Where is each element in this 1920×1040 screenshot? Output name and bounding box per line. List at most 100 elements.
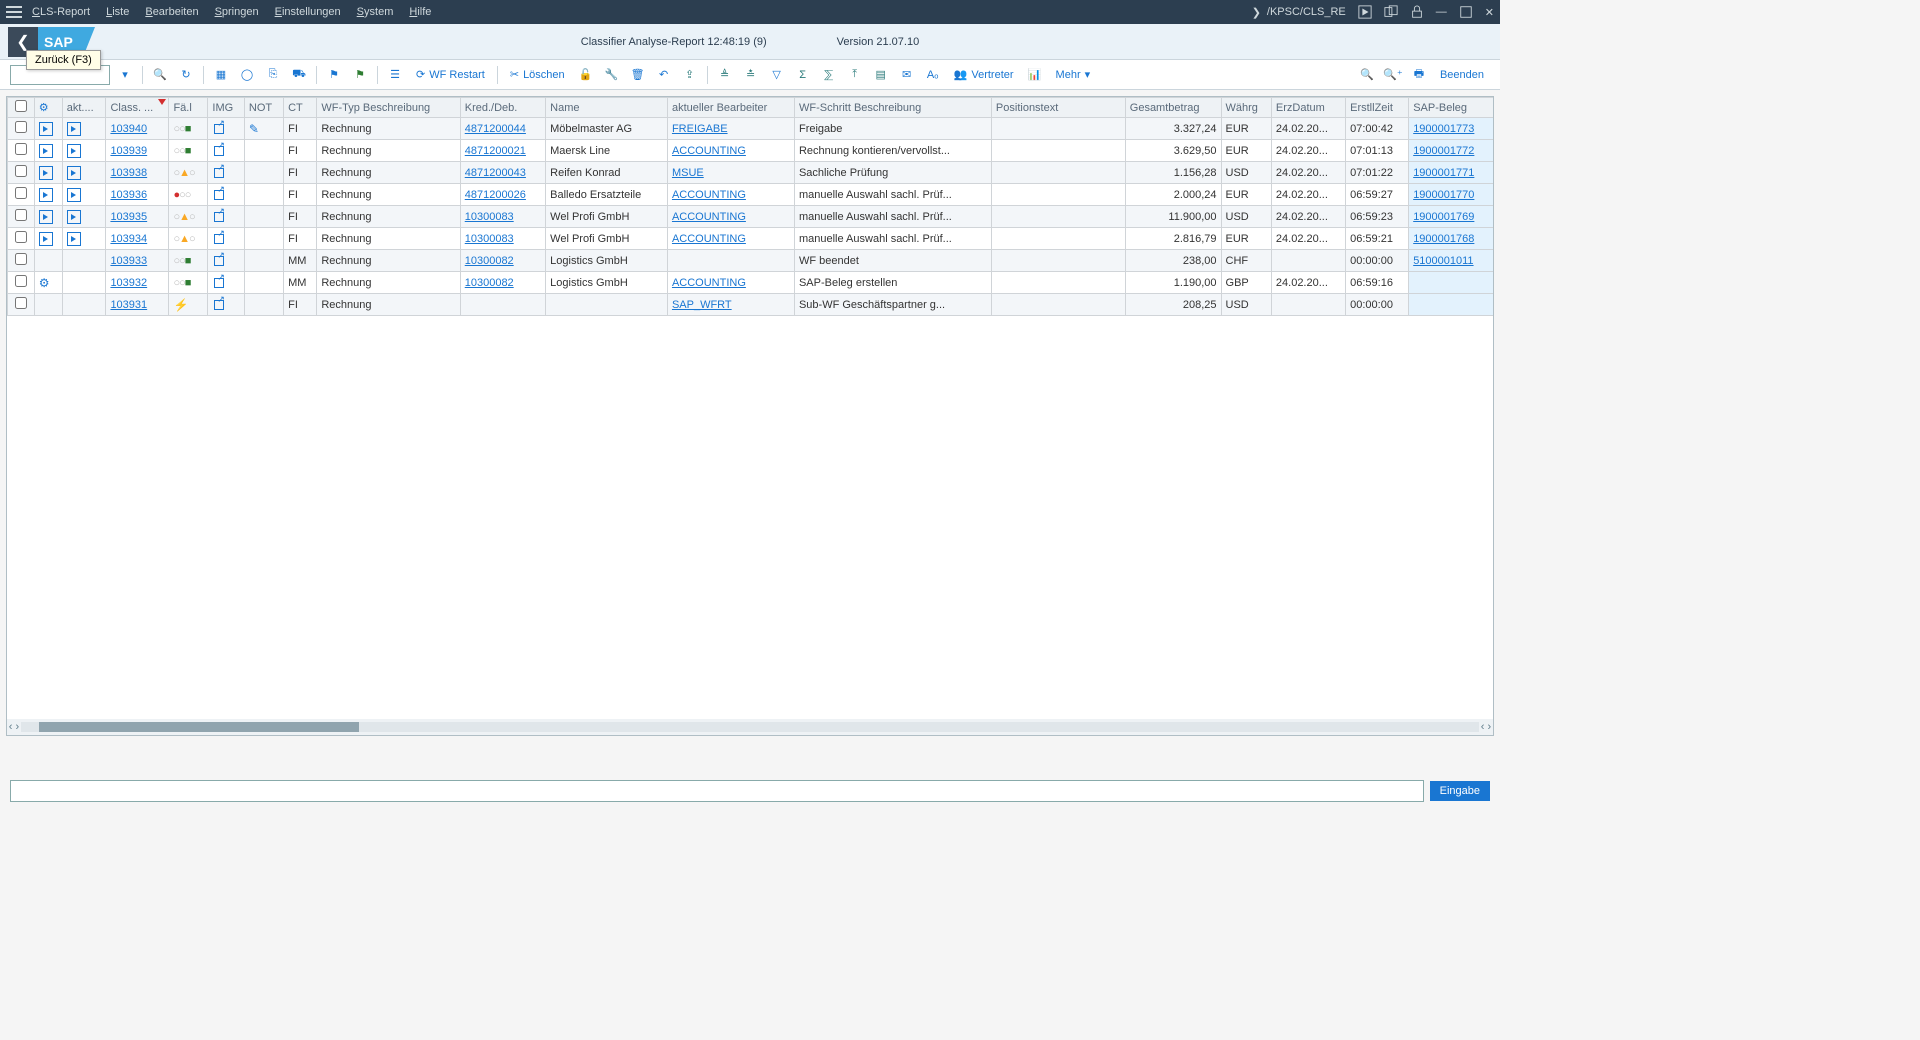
menu-item[interactable]: System [357,6,394,18]
new-window-icon[interactable] [1384,5,1398,19]
img-export-icon[interactable] [212,296,226,310]
col-header[interactable]: ErzDatum [1271,98,1345,118]
kred-link[interactable]: 10300083 [465,233,514,245]
user-icon[interactable]: ◯ [236,64,258,86]
hscrollbar[interactable]: ‹ › ‹ › [7,719,1493,735]
delete-button[interactable]: ✂Löschen [504,68,571,81]
find-icon[interactable]: 🔍 [1356,64,1378,86]
kred-link[interactable]: 4871200044 [465,123,526,135]
row-checkbox[interactable] [15,187,27,199]
col-header[interactable]: WF-Typ Beschreibung [317,98,460,118]
col-header[interactable]: Name [546,98,668,118]
find-next-icon[interactable]: 🔍⁺ [1382,64,1404,86]
table-row[interactable]: 103938○▲○FIRechnung4871200043Reifen Konr… [8,162,1495,184]
col-header[interactable]: ErstllZeit [1346,98,1409,118]
variant-icon[interactable]: Aₒ [922,64,944,86]
notes-icon[interactable]: ✎ [249,122,259,136]
run-icon[interactable] [1358,5,1372,19]
class-link[interactable]: 103932 [110,277,147,289]
img-export-icon[interactable] [212,142,226,156]
bearb-link[interactable]: ACCOUNTING [672,233,746,245]
select-all-checkbox[interactable] [15,100,27,112]
col-header[interactable]: CT [284,98,317,118]
menu-item[interactable]: CLS-Report [32,6,90,18]
beleg-link[interactable]: 1900001772 [1413,145,1474,157]
eingabe-button[interactable]: Eingabe [1430,781,1490,801]
beleg-link[interactable]: 1900001770 [1413,189,1474,201]
kred-link[interactable]: 4871200026 [465,189,526,201]
filter-icon[interactable]: ▽ [766,64,788,86]
col-header[interactable]: akt.... [62,98,106,118]
menu-item[interactable]: Einstellungen [275,6,341,18]
menu-item[interactable]: Bearbeiten [145,6,198,18]
col-header[interactable]: SAP-Beleg [1409,98,1494,118]
sum-icon[interactable]: Σ [792,64,814,86]
car-icon[interactable]: ⛟ [288,64,310,86]
kred-link[interactable]: 10300083 [465,211,514,223]
col-header[interactable]: Positionstext [991,98,1125,118]
class-link[interactable]: 103933 [110,255,147,267]
play-icon[interactable] [67,166,81,180]
save-icon[interactable]: ⎘ [262,64,284,86]
row-checkbox[interactable] [15,275,27,287]
beleg-link[interactable]: 5100001011 [1413,255,1473,267]
play-icon[interactable] [39,232,53,246]
print-icon[interactable]: 🖶 [1408,64,1430,86]
col-header[interactable]: aktueller Bearbeiter [667,98,794,118]
log-icon[interactable]: ☰ [384,64,406,86]
play-icon[interactable] [39,122,53,136]
play-icon[interactable] [39,166,53,180]
play-icon[interactable] [67,144,81,158]
img-export-icon[interactable] [212,274,226,288]
bearb-link[interactable]: FREIGABE [672,123,728,135]
col-header[interactable]: Fä.l [169,98,208,118]
play-icon[interactable] [67,122,81,136]
table-row[interactable]: 103936●○○FIRechnung4871200026Balledo Ers… [8,184,1495,206]
config-icon[interactable]: ⚙ [39,102,49,114]
play-icon[interactable] [67,232,81,246]
row-checkbox[interactable] [15,165,27,177]
bearb-link[interactable]: ACCOUNTING [672,145,746,157]
kred-link[interactable]: 4871200043 [465,167,526,179]
table-row[interactable]: ⚙103932○○■MMRechnung10300082Logistics Gm… [8,272,1495,294]
mehr-button[interactable]: Mehr▾ [1050,68,1097,81]
mail-icon[interactable]: ✉ [896,64,918,86]
img-export-icon[interactable] [212,252,226,266]
undo-icon[interactable]: ↶ [653,64,675,86]
bearb-link[interactable]: ACCOUNTING [672,189,746,201]
beleg-link[interactable]: 1900001768 [1413,233,1474,245]
play-icon[interactable] [39,188,53,202]
bearb-link[interactable]: ACCOUNTING [672,211,746,223]
scroll-right-icon[interactable]: ‹ › [1479,721,1493,733]
col-header[interactable]: Kred./Deb. [460,98,545,118]
table-row[interactable]: 103939○○■FIRechnung4871200021Maersk Line… [8,140,1495,162]
col-header[interactable] [8,98,35,118]
col-header[interactable]: Gesamtbetrag [1125,98,1221,118]
row-checkbox[interactable] [15,121,27,133]
play-icon[interactable] [67,188,81,202]
wrench-icon[interactable]: 🔧 [601,64,623,86]
export-icon[interactable]: ⤒ [844,64,866,86]
class-link[interactable]: 103939 [110,145,147,157]
table-row[interactable]: 103935○▲○FIRechnung10300083Wel Profi Gmb… [8,206,1495,228]
img-export-icon[interactable] [212,208,226,222]
class-link[interactable]: 103934 [110,233,147,245]
table-row[interactable]: 103931⚡FIRechnungSAP_WFRTSub-WF Geschäft… [8,294,1495,316]
row-checkbox[interactable] [15,209,27,221]
bearb-link[interactable]: ACCOUNTING [672,277,746,289]
gear-icon[interactable]: ⚙ [39,276,50,290]
menu-item[interactable]: Hilfe [409,6,431,18]
col-header[interactable]: Class. ... [106,98,169,118]
scroll-left-icon[interactable]: ‹ › [7,721,21,733]
class-link[interactable]: 103931 [110,299,147,311]
trash-icon[interactable]: 🗑 [627,64,649,86]
maximize-icon[interactable] [1459,5,1473,19]
beleg-link[interactable]: 1900001771 [1413,167,1474,179]
sort-asc-icon[interactable]: ≜ [714,64,736,86]
beleg-link[interactable]: 1900001773 [1413,123,1474,135]
upload-icon[interactable]: ⇪ [679,64,701,86]
col-header[interactable]: NOT [244,98,283,118]
row-checkbox[interactable] [15,253,27,265]
minimize-icon[interactable]: — [1436,6,1447,18]
data-table[interactable]: ⚙akt....Class. ...Fä.lIMGNOTCTWF-Typ Bes… [7,97,1494,316]
